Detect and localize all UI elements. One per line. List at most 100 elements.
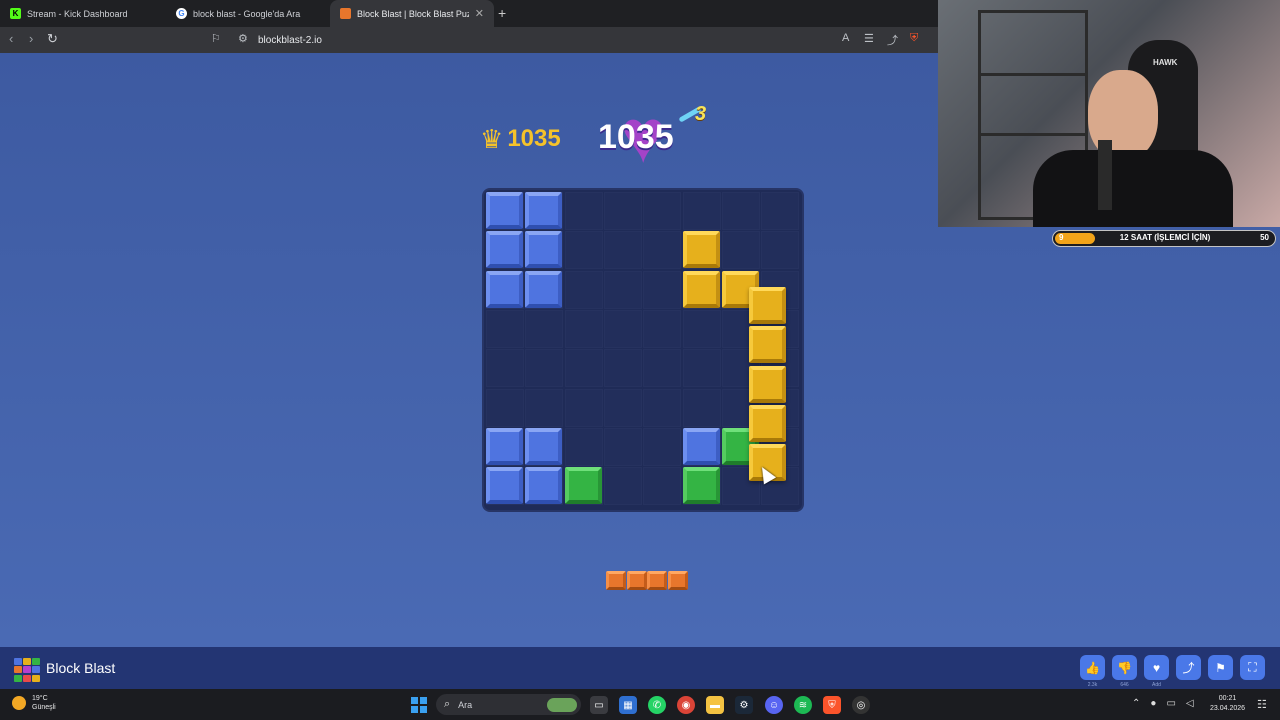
- board-cell[interactable]: [721, 192, 760, 230]
- tab-title: block blast - Google'da Ara: [193, 8, 301, 19]
- board-cell[interactable]: [643, 231, 682, 270]
- board-cell[interactable]: [682, 349, 721, 388]
- board-cell[interactable]: [564, 309, 603, 348]
- board-cell[interactable]: [643, 388, 682, 427]
- reload-button[interactable]: ↻: [47, 31, 58, 47]
- board-cell[interactable]: [761, 192, 800, 230]
- board-cell[interactable]: [564, 349, 603, 388]
- share-page-icon[interactable]: ⤴: [887, 32, 898, 48]
- heart-icon: ♥: [1152, 660, 1161, 675]
- tray-chevron-icon[interactable]: ⌃: [1132, 698, 1140, 709]
- board-cell[interactable]: [721, 231, 760, 270]
- url-text: blockblast-2.io: [258, 34, 322, 46]
- block-blue: [486, 192, 523, 229]
- translate-icon[interactable]: A: [842, 32, 849, 44]
- forward-button[interactable]: ›: [29, 31, 33, 46]
- spotify-icon[interactable]: ≋: [794, 696, 812, 714]
- report-button[interactable]: ⚑: [1208, 655, 1233, 680]
- board-cell[interactable]: [486, 388, 524, 427]
- board-cell[interactable]: [603, 192, 642, 230]
- taskbar-search[interactable]: ⌕ Ara: [436, 694, 581, 715]
- brave-icon[interactable]: ⛨: [823, 696, 841, 714]
- block-blue: [682, 427, 720, 465]
- new-tab-button[interactable]: +: [498, 5, 506, 21]
- board-cell[interactable]: [603, 427, 642, 466]
- board-cell[interactable]: [603, 231, 642, 270]
- favorite-button[interactable]: ♥: [1144, 655, 1169, 680]
- board-cell[interactable]: [564, 270, 603, 309]
- dislike-button[interactable]: 👎: [1112, 655, 1137, 680]
- chrome-icon[interactable]: ◉: [677, 696, 695, 714]
- search-icon: ⌕: [444, 698, 451, 710]
- goal-target: 50: [1260, 233, 1269, 242]
- bookmark-icon[interactable]: ⚐: [211, 32, 221, 45]
- tab-kick-dashboard[interactable]: K Stream - Kick Dashboard: [0, 0, 164, 27]
- like-button[interactable]: 👍: [1080, 655, 1105, 680]
- clock[interactable]: 00:21 23.04.2026: [1210, 694, 1245, 714]
- game-title: Block Blast: [46, 660, 116, 676]
- board-cell[interactable]: [761, 231, 800, 270]
- like-button-count: 2.3k: [1087, 682, 1098, 688]
- block-yellow: [682, 270, 720, 308]
- reader-icon[interactable]: ☰: [864, 32, 874, 45]
- fullscreen-icon: ⛶: [1248, 660, 1257, 674]
- tab-block-blast[interactable]: Block Blast | Block Blast Puzzle G ✕: [330, 0, 494, 27]
- windows-start-icon[interactable]: [411, 697, 427, 713]
- fullscreen-button[interactable]: ⛶: [1240, 655, 1265, 680]
- block-blue: [486, 427, 523, 465]
- share-button[interactable]: ⤴: [1176, 655, 1201, 680]
- clock-time: 00:21: [1218, 695, 1237, 702]
- address-bar[interactable]: ⚙ blockblast-2.io: [232, 30, 932, 50]
- tab-google-search[interactable]: G block blast - Google'da Ara: [166, 0, 330, 27]
- board-cell[interactable]: [682, 192, 721, 230]
- block-blue: [525, 467, 563, 505]
- discord-icon[interactable]: ☺: [765, 696, 783, 714]
- board-cell[interactable]: [643, 192, 682, 230]
- board-cell[interactable]: [525, 349, 564, 388]
- site-info-icon[interactable]: ⚙: [238, 32, 248, 45]
- file-explorer-icon[interactable]: ▬: [706, 696, 724, 714]
- board-cell[interactable]: [603, 388, 642, 427]
- board-cell[interactable]: [564, 388, 603, 427]
- board-cell[interactable]: [603, 270, 642, 309]
- board-cell[interactable]: [564, 192, 603, 230]
- weather-widget[interactable]: 19°C Güneşli: [12, 694, 56, 712]
- notification-icon[interactable]: ☷: [1257, 698, 1267, 711]
- next-piece-block: [667, 571, 688, 590]
- volume-icon[interactable]: ◁: [1186, 698, 1194, 709]
- block-blue: [486, 231, 523, 269]
- board-cell[interactable]: [643, 427, 682, 466]
- board-cell[interactable]: [525, 388, 564, 427]
- board-cell[interactable]: [525, 309, 564, 348]
- favorite-button-count: Add: [1152, 682, 1161, 688]
- steam-icon[interactable]: ⚙: [735, 696, 753, 714]
- obs-icon[interactable]: ◎: [852, 696, 870, 714]
- board-cell[interactable]: [643, 467, 682, 506]
- microphone-tray-icon[interactable]: ●: [1150, 698, 1156, 709]
- board-cell[interactable]: [486, 349, 524, 388]
- board-cell[interactable]: [643, 309, 682, 348]
- search-label: Ara: [458, 699, 473, 710]
- board-cell[interactable]: [603, 467, 642, 506]
- board-cell[interactable]: [564, 427, 603, 466]
- clock-date: 23.04.2026: [1210, 705, 1246, 712]
- board-cell[interactable]: [486, 309, 524, 348]
- board-cell[interactable]: [603, 349, 642, 388]
- dragging-block: [749, 326, 786, 364]
- brave-shield-icon[interactable]: ⛨: [910, 32, 918, 45]
- board-cell[interactable]: [682, 309, 721, 348]
- store-icon[interactable]: ▦: [619, 696, 637, 714]
- close-tab-icon[interactable]: ✕: [475, 7, 484, 20]
- board-cell[interactable]: [643, 349, 682, 388]
- network-icon[interactable]: ▭: [1166, 698, 1175, 709]
- task-view-icon[interactable]: ▭: [590, 696, 608, 714]
- back-button[interactable]: ‹: [9, 31, 13, 46]
- next-piece-block: [606, 571, 626, 590]
- board-cell[interactable]: [564, 231, 603, 270]
- best-score-value: 1035: [507, 125, 561, 152]
- dislike-button-count: 646: [1120, 682, 1129, 688]
- whatsapp-icon[interactable]: ✆: [648, 696, 666, 714]
- board-cell[interactable]: [682, 388, 721, 427]
- board-cell[interactable]: [603, 309, 642, 348]
- board-cell[interactable]: [643, 270, 682, 309]
